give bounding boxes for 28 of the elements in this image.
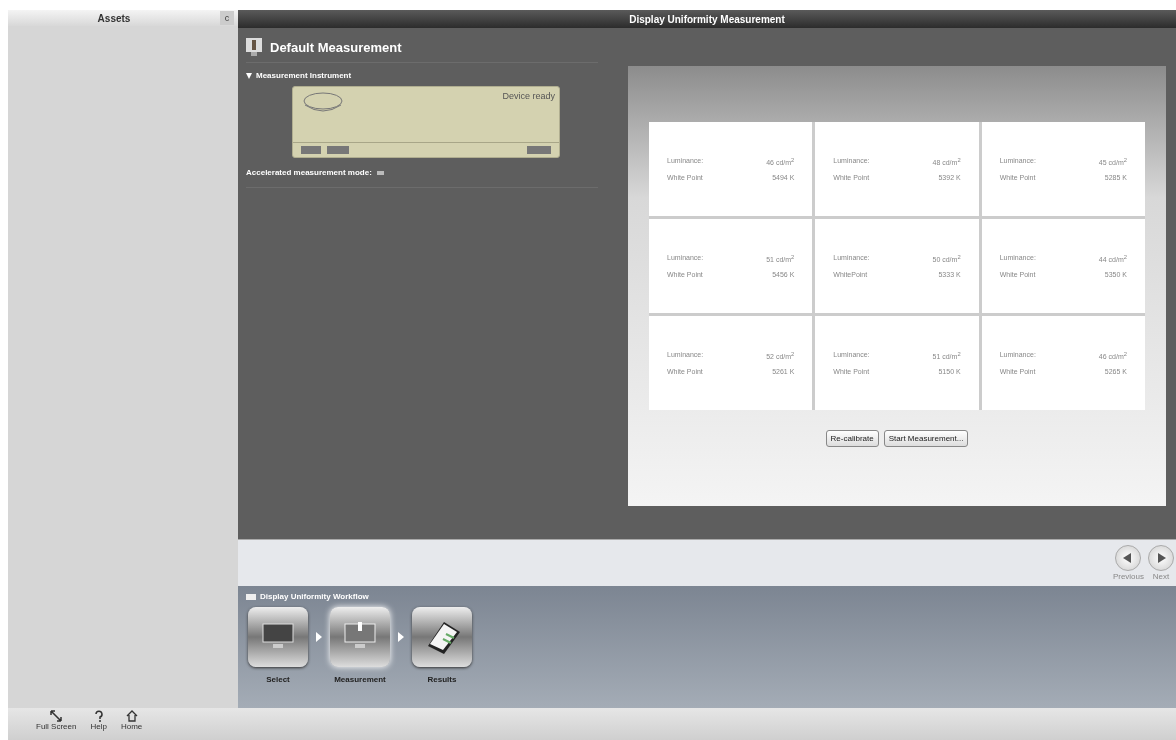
sidebar-title: Assets	[96, 12, 132, 24]
lcd-indicator-icon	[527, 146, 551, 154]
section-label: Measurement Instrument	[256, 71, 352, 80]
workflow-title: Display Uniformity Workflow	[260, 592, 369, 601]
instrument-icon	[246, 38, 262, 56]
workflow-icon	[246, 592, 256, 601]
accelerated-mode-label: Accelerated measurement mode:	[246, 168, 372, 177]
toolbar-button[interactable]: Full Screen	[36, 710, 77, 731]
diagonal-arrows-icon	[50, 710, 63, 722]
colorimeter-icon	[303, 91, 343, 115]
accelerated-checkbox[interactable]	[376, 170, 384, 175]
disclosure-down-icon[interactable]	[246, 72, 252, 79]
home-icon	[125, 710, 138, 722]
corner-button[interactable]: c	[220, 11, 234, 25]
help-icon	[93, 710, 104, 722]
right-triangle-icon	[1156, 553, 1166, 563]
action-button[interactable]: Re-calibrate	[825, 430, 879, 447]
device-status: Device ready	[502, 91, 555, 103]
toolbar-button[interactable]: Home	[120, 710, 143, 731]
step-arrow-icon	[316, 632, 322, 642]
step-arrow-icon	[398, 632, 404, 642]
measurement-title: Default Measurement	[270, 39, 402, 55]
action-button[interactable]: Start Measurement...	[883, 430, 969, 447]
left-triangle-icon	[1123, 553, 1134, 563]
lcd-indicator-icon	[301, 146, 321, 154]
lcd-indicator-icon	[327, 146, 349, 154]
window-title: Display Uniformity Measurement	[629, 13, 785, 25]
toolbar-button[interactable]: Help	[90, 710, 107, 731]
